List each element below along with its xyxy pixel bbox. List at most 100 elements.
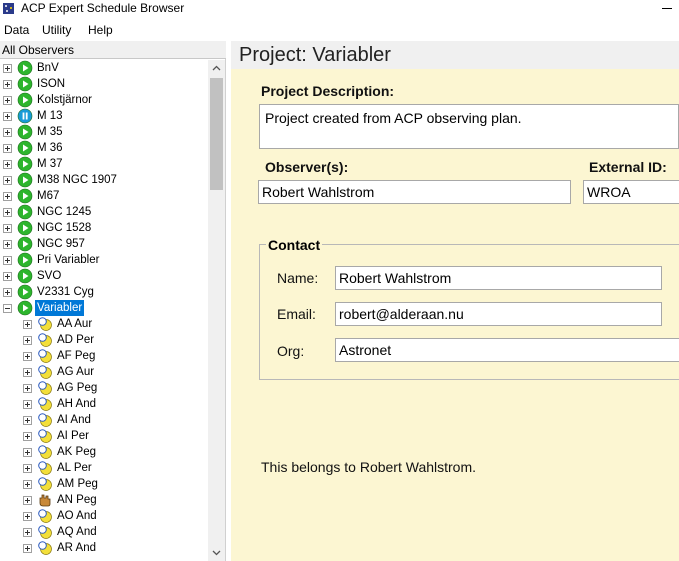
collapse-icon[interactable] <box>3 304 12 313</box>
expand-icon[interactable] <box>3 128 12 137</box>
expand-icon[interactable] <box>3 112 12 121</box>
external-id-label: External ID: <box>589 159 667 175</box>
menu-help[interactable]: Help <box>88 22 113 38</box>
expand-icon[interactable] <box>23 544 32 553</box>
tree-item-observer[interactable]: M38 NGC 1907 <box>0 172 208 188</box>
minimize-button[interactable] <box>652 0 679 18</box>
tree-item-target[interactable]: AI Per <box>0 428 208 444</box>
tree-item-target[interactable]: AO And <box>0 508 208 524</box>
expand-icon[interactable] <box>23 528 32 537</box>
name-field[interactable]: Robert Wahlstrom <box>335 266 662 290</box>
scroll-thumb[interactable] <box>210 78 223 190</box>
expand-icon[interactable] <box>23 368 32 377</box>
tree-item-observer[interactable]: Kolstjärnor <box>0 92 208 108</box>
expand-icon[interactable] <box>23 384 32 393</box>
tree-item-label-observer-3: M 13 <box>37 110 63 122</box>
tree-item-label-observer-11: NGC 957 <box>37 238 85 250</box>
expand-icon[interactable] <box>23 320 32 329</box>
expand-icon[interactable] <box>3 144 12 153</box>
observers-field[interactable]: Robert Wahlstrom <box>258 180 571 204</box>
tree-item-target[interactable]: AG Peg <box>0 380 208 396</box>
expand-icon[interactable] <box>3 240 12 249</box>
observer-active-icon <box>17 284 33 300</box>
menu-data[interactable]: Data <box>4 22 29 38</box>
tree-item-target[interactable]: AA Aur <box>0 316 208 332</box>
expand-icon[interactable] <box>3 80 12 89</box>
expand-icon[interactable] <box>3 64 12 73</box>
tree-item-target[interactable]: AG Aur <box>0 364 208 380</box>
tree-item-target[interactable]: AQ And <box>0 524 208 540</box>
tree-item-target[interactable]: AK Peg <box>0 444 208 460</box>
tree-item-label-target-7: AI Per <box>57 430 89 442</box>
tree-item-observer[interactable]: V2331 Cyg <box>0 284 208 300</box>
expand-icon[interactable] <box>23 352 32 361</box>
tree-item-label-observer-6: M 37 <box>37 158 63 170</box>
expand-icon[interactable] <box>3 272 12 281</box>
tree-item-label-target-14: AR And <box>57 542 96 554</box>
observer-tree[interactable]: BnV ISON Kolstjärnor M 13 M 35 M 36 M 37 M38 NG… <box>0 60 208 561</box>
menu-bar: Data Utility Help <box>0 20 679 40</box>
external-id-field[interactable]: WROA <box>583 180 679 204</box>
expand-icon[interactable] <box>3 288 12 297</box>
observers-label: Observer(s): <box>265 159 349 175</box>
tree-item-observer[interactable]: M 36 <box>0 140 208 156</box>
tree-item-observer[interactable]: Pri Variabler <box>0 252 208 268</box>
tree-item-observer[interactable]: M 13 <box>0 108 208 124</box>
expand-icon[interactable] <box>23 512 32 521</box>
expand-icon[interactable] <box>3 208 12 217</box>
tree-item-observer[interactable]: M 37 <box>0 156 208 172</box>
tree-item-target[interactable]: AR And <box>0 540 208 556</box>
tree-item-target[interactable]: AF Peg <box>0 348 208 364</box>
observer-active-icon <box>17 204 33 220</box>
expand-icon[interactable] <box>23 400 32 409</box>
tree-item-label-observer-10: NGC 1528 <box>37 222 92 234</box>
tree-item-observer[interactable]: NGC 1528 <box>0 220 208 236</box>
tree-item-observer[interactable]: NGC 1245 <box>0 204 208 220</box>
org-field[interactable]: Astronet <box>335 338 679 362</box>
target-icon <box>38 397 52 411</box>
expand-icon[interactable] <box>3 160 12 169</box>
menu-utility[interactable]: Utility <box>42 22 71 38</box>
expand-icon[interactable] <box>23 336 32 345</box>
title-bar: ACP Expert Schedule Browser <box>0 0 679 18</box>
expand-icon[interactable] <box>3 256 12 265</box>
tree-item-label-target-11: AN Peg <box>57 494 97 506</box>
tree-item-target[interactable]: AL Per <box>0 460 208 476</box>
tree-item-label-target-8: AK Peg <box>57 446 96 458</box>
tree-item-observer[interactable]: M 35 <box>0 124 208 140</box>
tree-scrollbar[interactable] <box>208 60 225 561</box>
expand-icon[interactable] <box>3 192 12 201</box>
tree-item-label-target-2: AF Peg <box>57 350 96 362</box>
email-field[interactable]: robert@alderaan.nu <box>335 302 662 326</box>
tree-item-target[interactable]: AH And <box>0 396 208 412</box>
expand-icon[interactable] <box>23 432 32 441</box>
tree-item-label-observer-1: ISON <box>37 78 66 90</box>
expand-icon[interactable] <box>23 416 32 425</box>
tree-item-target[interactable]: AM Peg <box>0 476 208 492</box>
expand-icon[interactable] <box>23 496 32 505</box>
expand-icon[interactable] <box>23 464 32 473</box>
tree-item-target[interactable]: AN Peg <box>0 492 208 508</box>
tree-item-observer[interactable]: ISON <box>0 76 208 92</box>
tree-item-label-target-9: AL Per <box>57 462 92 474</box>
tree-item-target[interactable]: AI And <box>0 412 208 428</box>
expand-icon[interactable] <box>23 448 32 457</box>
expand-icon[interactable] <box>3 96 12 105</box>
tree-item-target[interactable]: AD Per <box>0 332 208 348</box>
scroll-up-arrow-icon[interactable] <box>208 60 225 77</box>
app-icon <box>3 3 14 14</box>
tree-header[interactable]: All Observers <box>0 41 226 59</box>
observer-active-icon <box>17 220 33 236</box>
tree-item-observer[interactable]: BnV <box>0 60 208 76</box>
tree-item-observer[interactable]: NGC 957 <box>0 236 208 252</box>
target-icon <box>38 429 52 443</box>
tree-item-observer[interactable]: Variabler <box>0 300 208 316</box>
tree-item-observer[interactable]: SVO <box>0 268 208 284</box>
expand-icon[interactable] <box>3 224 12 233</box>
tree-item-observer[interactable]: M67 <box>0 188 208 204</box>
expand-icon[interactable] <box>3 176 12 185</box>
scroll-down-arrow-icon[interactable] <box>208 544 225 561</box>
tree-item-label-observer-14: V2331 Cyg <box>37 286 94 298</box>
expand-icon[interactable] <box>23 480 32 489</box>
project-description-field[interactable]: Project created from ACP observing plan. <box>259 104 679 149</box>
